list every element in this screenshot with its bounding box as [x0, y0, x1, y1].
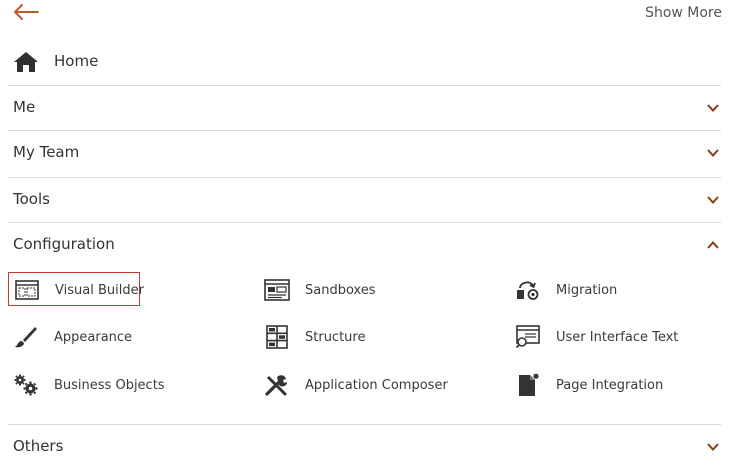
- section-me[interactable]: Me: [0, 86, 722, 130]
- tile-label: Migration: [556, 283, 618, 298]
- tile-user-interface-text[interactable]: User Interface Text: [510, 320, 720, 354]
- tools-icon: [265, 375, 287, 396]
- tile-label: Structure: [305, 330, 366, 345]
- home-label: Home: [54, 52, 99, 70]
- tile-sandboxes[interactable]: Sandboxes: [259, 273, 459, 307]
- back-arrow-icon[interactable]: [12, 2, 40, 22]
- structure-grid-icon: [266, 325, 288, 349]
- section-label: Configuration: [13, 235, 115, 253]
- sandboxes-icon: [264, 279, 290, 301]
- chevron-down-icon: [707, 149, 719, 157]
- tile-business-objects[interactable]: Business Objects: [8, 368, 208, 402]
- tile-visual-builder[interactable]: Visual Builder: [8, 272, 144, 306]
- section-others[interactable]: Others: [0, 425, 722, 462]
- chevron-down-icon: [707, 443, 719, 451]
- tile-label: Application Composer: [305, 378, 448, 393]
- tile-label: Appearance: [54, 330, 133, 345]
- tile-structure[interactable]: Structure: [259, 320, 459, 354]
- section-tools[interactable]: Tools: [0, 178, 722, 222]
- tile-label: Page Integration: [556, 378, 664, 393]
- home-icon: [14, 52, 38, 72]
- section-label: Me: [13, 98, 36, 116]
- visual-builder-icon: [15, 280, 39, 300]
- migration-icon: [517, 281, 539, 300]
- chevron-up-icon: [707, 241, 719, 249]
- section-label: Tools: [13, 190, 50, 208]
- tile-page-integration[interactable]: Page Integration: [510, 368, 710, 402]
- section-label: Others: [13, 437, 64, 455]
- tile-appearance[interactable]: Appearance: [8, 320, 208, 354]
- tile-migration[interactable]: Migration: [510, 273, 710, 307]
- page-integration-icon: [519, 373, 539, 396]
- user-interface-text-icon: [515, 325, 540, 349]
- navigator-page: Show More Home Me My Team Tools Configur…: [0, 0, 734, 462]
- section-configuration[interactable]: Configuration: [0, 223, 722, 267]
- top-bar: Show More: [0, 0, 734, 30]
- chevron-down-icon: [707, 196, 719, 204]
- brush-icon: [15, 327, 37, 348]
- tile-label: Sandboxes: [305, 283, 376, 298]
- section-label: My Team: [13, 143, 80, 161]
- tile-application-composer[interactable]: Application Composer: [259, 368, 479, 402]
- show-more-link[interactable]: Show More: [645, 5, 722, 21]
- tile-label: User Interface Text: [556, 330, 679, 345]
- home-link[interactable]: Home: [0, 46, 722, 78]
- tile-label: Visual Builder: [55, 283, 144, 298]
- gears-icon: [14, 374, 38, 396]
- chevron-down-icon: [707, 104, 719, 112]
- section-my-team[interactable]: My Team: [0, 131, 722, 175]
- tile-label: Business Objects: [54, 378, 165, 393]
